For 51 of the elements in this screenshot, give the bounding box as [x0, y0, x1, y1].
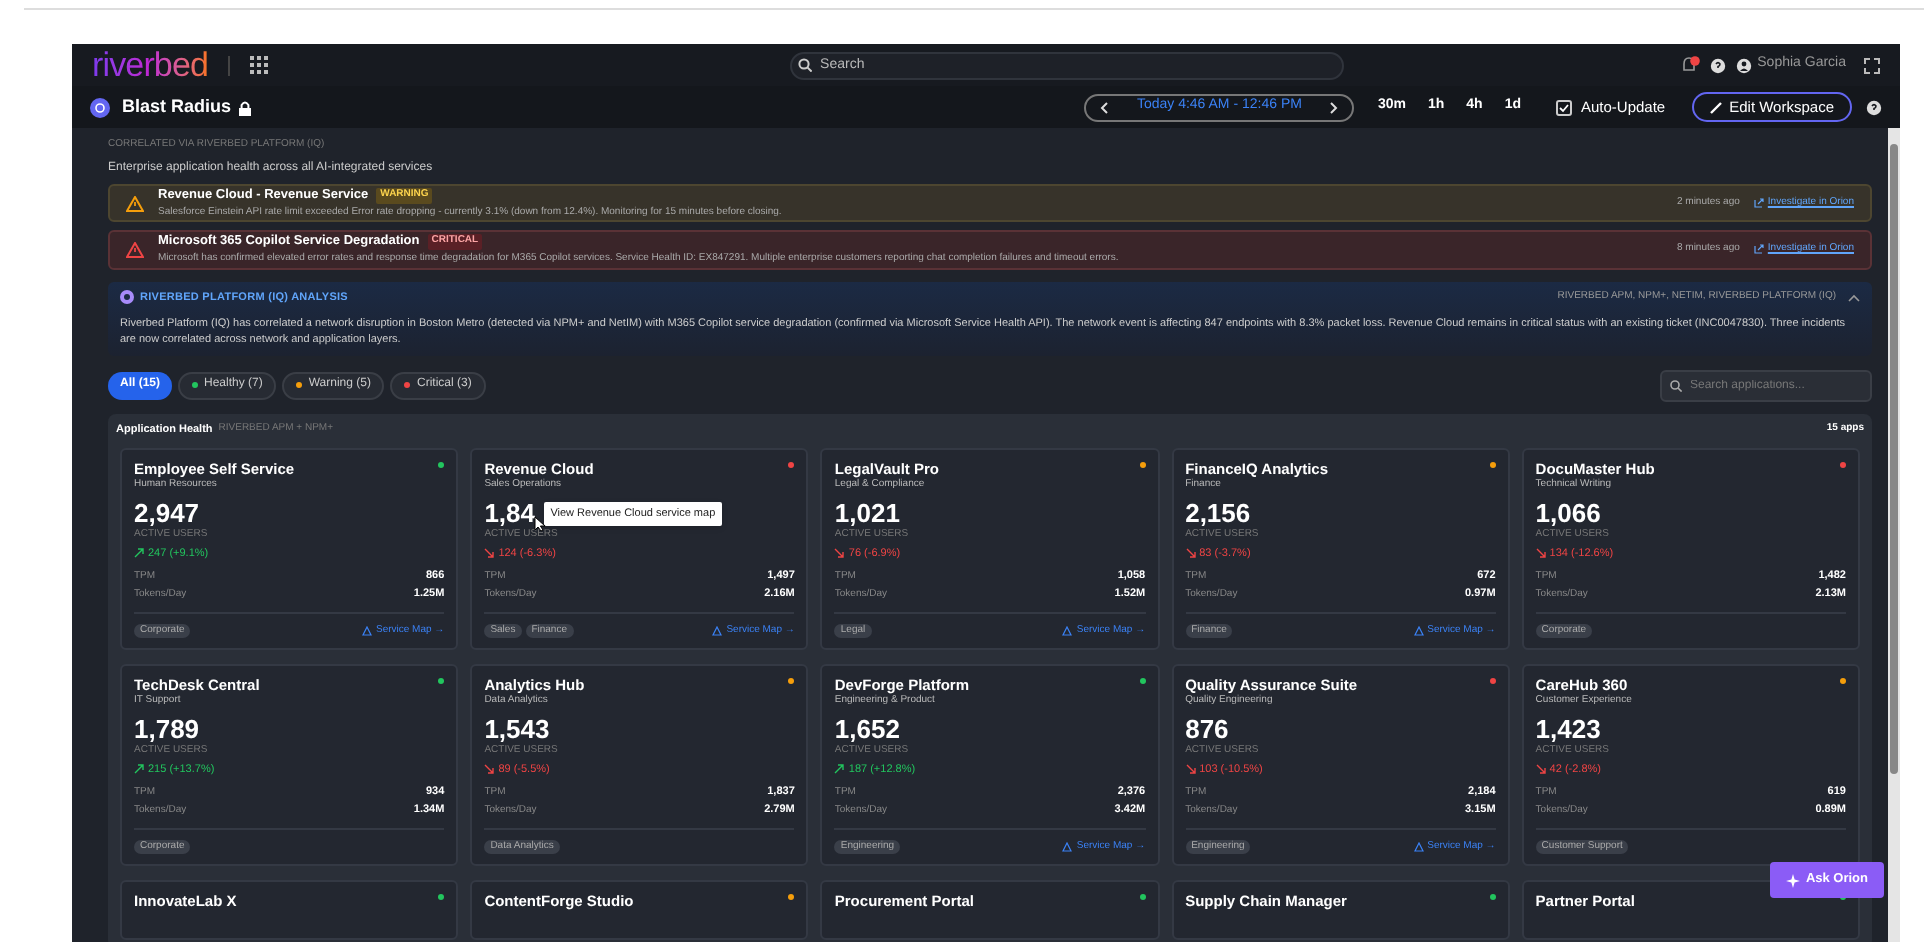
warning-triangle-icon: [126, 195, 144, 212]
network-icon: [712, 625, 723, 636]
active-users-value: 2,156: [1185, 499, 1251, 528]
trend-up-icon: [134, 548, 144, 559]
trend-down-icon: [1185, 548, 1196, 559]
active-users-value: 876: [1185, 715, 1229, 744]
help-icon[interactable]: [1866, 99, 1882, 115]
external-link-icon: [1753, 198, 1764, 209]
chevron-up-icon[interactable]: [1848, 293, 1860, 302]
external-link-icon: [1753, 244, 1764, 255]
trend-down-icon: [834, 548, 845, 559]
trend-down-icon: [484, 548, 495, 559]
network-icon: [1062, 841, 1073, 852]
active-users-value: 1,84: [484, 499, 535, 528]
user-icon[interactable]: [1735, 57, 1752, 73]
checkbox[interactable]: [1556, 99, 1573, 115]
pencil-icon: [1709, 101, 1722, 113]
active-users-value: 1,066: [1535, 499, 1601, 528]
search-icon: [798, 58, 813, 72]
trend-up-icon: [134, 764, 144, 775]
trend-down-icon: [484, 764, 495, 775]
network-icon: [1413, 625, 1424, 636]
workspace-title: Blast Radius: [122, 93, 232, 120]
help-icon[interactable]: [1709, 57, 1726, 73]
scrollbar[interactable]: [1888, 128, 1900, 942]
network-icon: [1062, 625, 1073, 636]
active-users-value: 1,543: [484, 715, 550, 744]
platform-icon: [120, 290, 134, 305]
active-users-value: 1,021: [834, 499, 900, 528]
chevron-right-icon: [1329, 101, 1338, 113]
trend-down-icon: [1535, 548, 1546, 559]
notification-bell-icon[interactable]: [1679, 56, 1700, 74]
active-users-value: 2,947: [134, 499, 200, 528]
warning-triangle-icon: [126, 241, 144, 258]
cursor-icon: [534, 515, 547, 532]
network-icon: [1413, 841, 1424, 852]
chevron-left-icon: [1100, 101, 1109, 113]
apps-grid-icon[interactable]: [250, 56, 269, 74]
sparkle-icon: [1785, 873, 1800, 887]
trend-down-icon: [1185, 764, 1196, 775]
active-users-value: 1,423: [1535, 715, 1601, 744]
network-icon: [362, 625, 372, 636]
trend-up-icon: [834, 764, 845, 775]
lock-icon: [237, 99, 252, 115]
active-users-value: 1,789: [134, 715, 200, 744]
logo: riverbed: [92, 48, 209, 82]
workspace-avatar-icon: [90, 97, 110, 117]
search-icon: [1670, 379, 1682, 392]
fullscreen-icon[interactable]: [1864, 57, 1880, 73]
active-users-value: 1,652: [834, 715, 900, 744]
trend-down-icon: [1535, 764, 1546, 775]
